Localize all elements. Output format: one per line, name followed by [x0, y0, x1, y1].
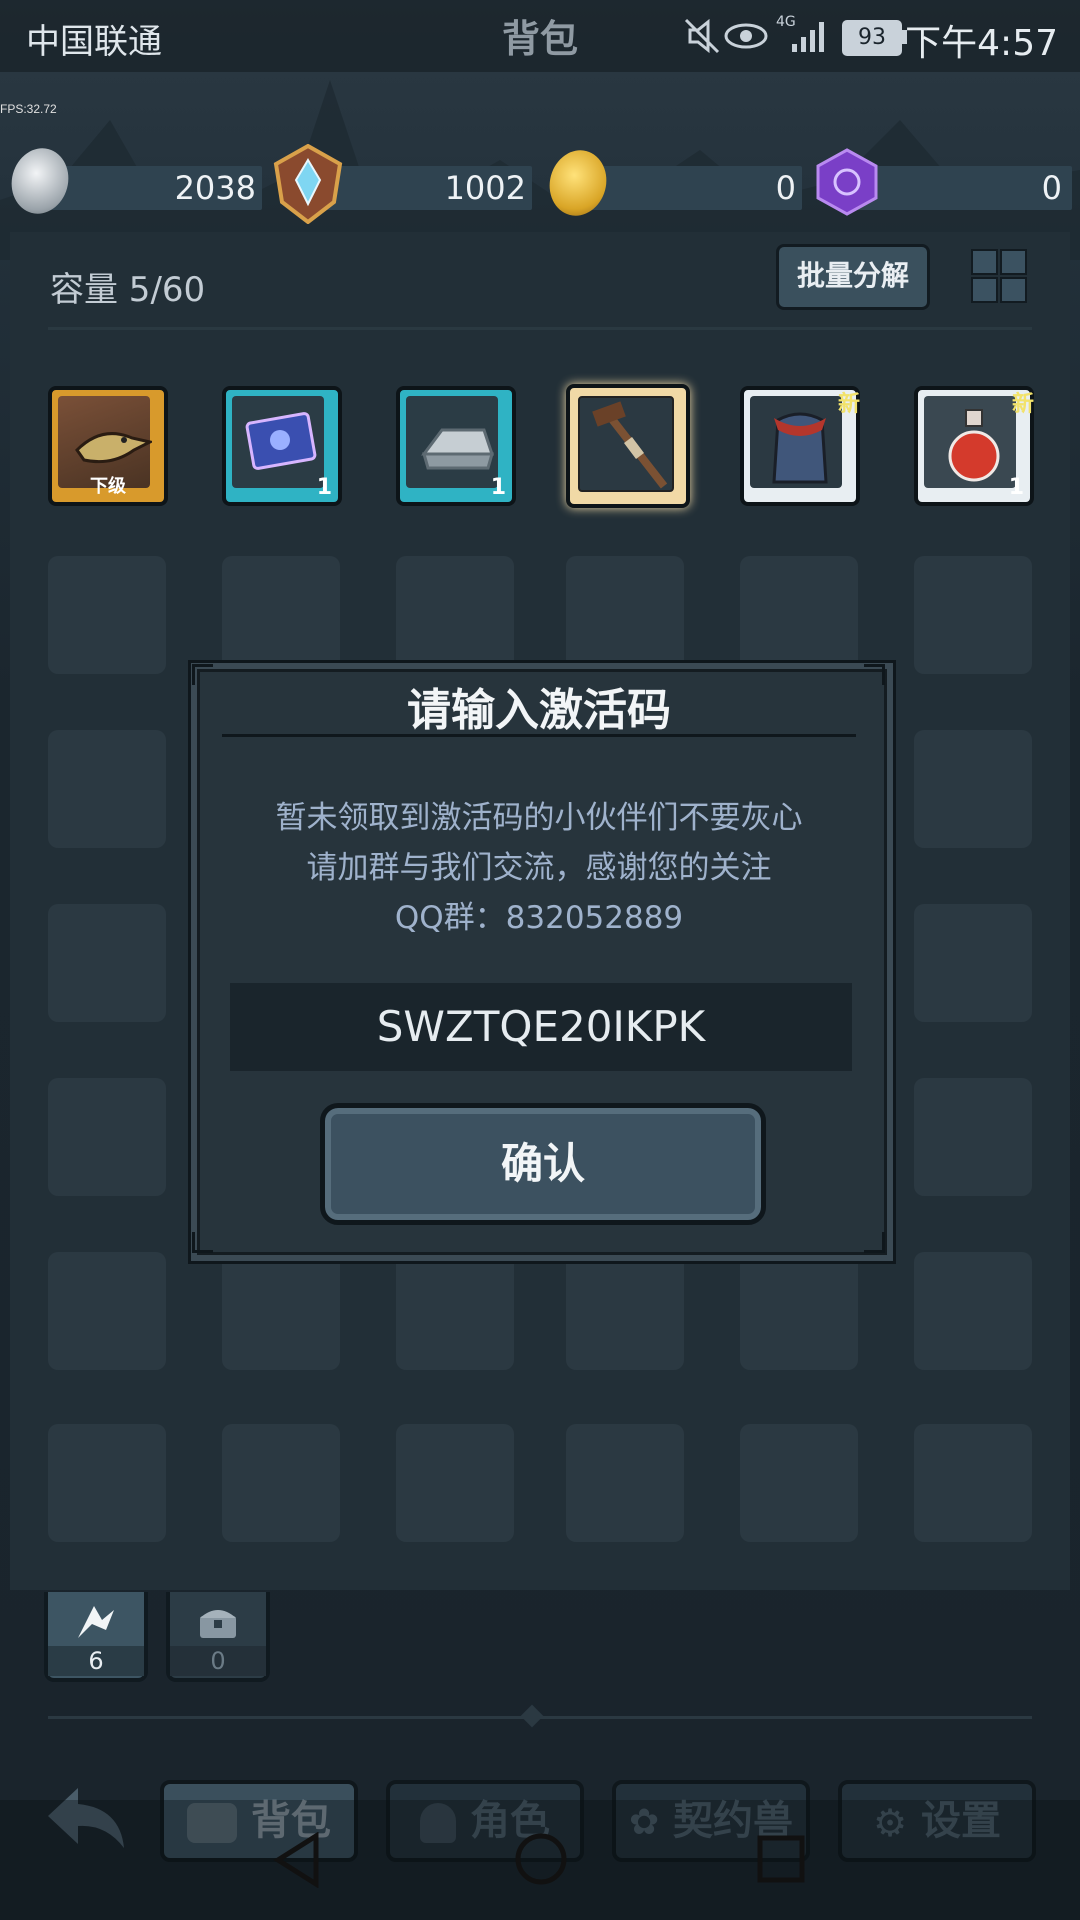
dialog-corner: [864, 1232, 885, 1253]
dialog-corner: [192, 1232, 213, 1253]
dialog-qq-group: QQ群：832052889: [394, 900, 684, 936]
confirm-button[interactable]: 确认: [320, 1103, 766, 1225]
activation-code-input[interactable]: [230, 983, 852, 1071]
dialog-message-line2: 请加群与我们交流，感谢您的关注: [306, 850, 772, 886]
dialog-title: 请输入激活码: [407, 685, 671, 736]
dialog-message-line1: 暂未领取到激活码的小伙伴们不要灰心: [275, 800, 803, 836]
dialog-divider: [222, 734, 856, 737]
